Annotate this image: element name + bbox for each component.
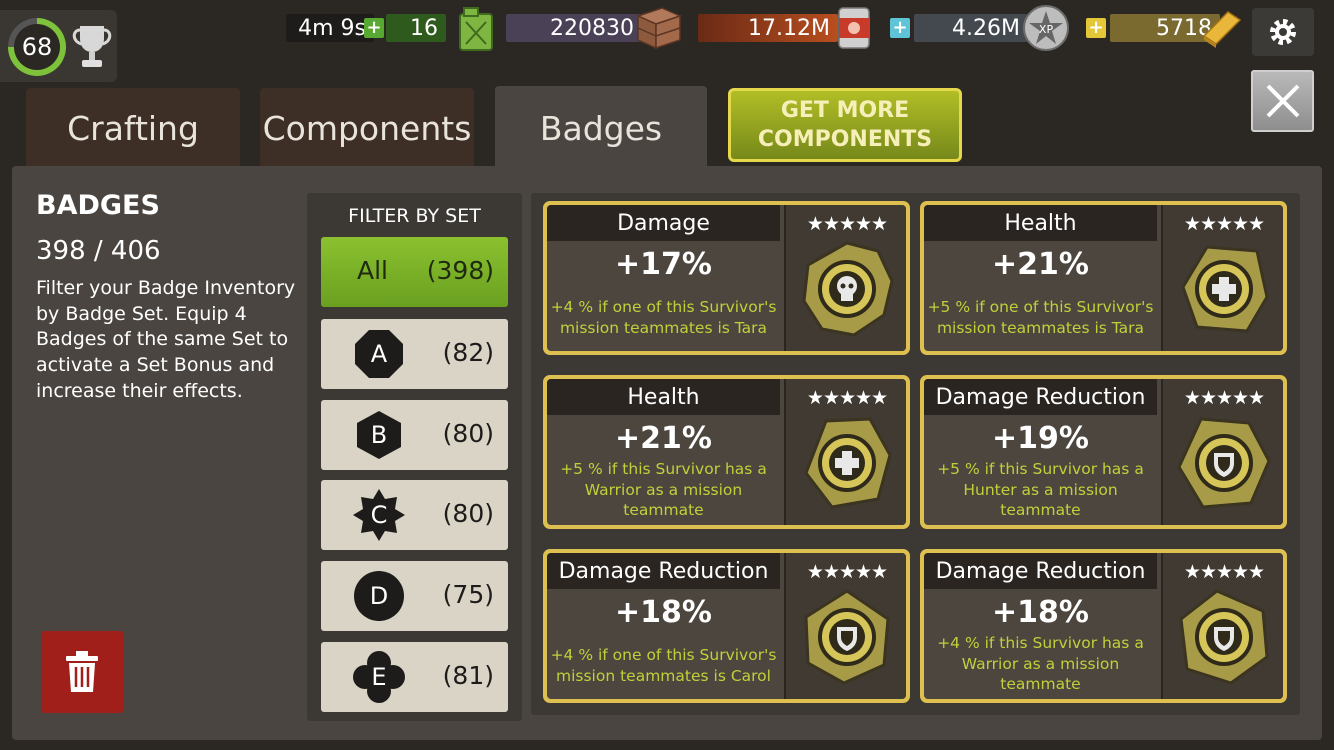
filter-set-e-count: (81) xyxy=(442,661,494,690)
badge-stat: Damage xyxy=(547,205,780,241)
badge-stat: Damage Reduction xyxy=(924,553,1157,589)
gold-bar-icon xyxy=(1202,11,1242,48)
filter-set-c[interactable]: C (80) xyxy=(321,480,508,550)
player-level-panel[interactable]: 68 xyxy=(0,10,117,82)
trash-icon xyxy=(66,651,98,692)
badge-value: +18% xyxy=(992,595,1089,630)
supply-crate-icon xyxy=(635,7,683,50)
badge-card[interactable]: Damage +17% +4 % if one of this Survivor… xyxy=(543,201,910,355)
close-icon xyxy=(1266,84,1299,118)
badge-stat: Damage Reduction xyxy=(547,553,780,589)
add-fuel-button[interactable]: + xyxy=(364,18,384,38)
filter-set-a[interactable]: A (82) xyxy=(321,319,508,389)
badges-description: Filter your Badge Inventory by Badge Set… xyxy=(36,277,296,402)
shield-badge-icon xyxy=(1177,417,1271,509)
svg-text:XP: XP xyxy=(1039,23,1054,36)
filter-set-e-label: E xyxy=(371,663,387,691)
tab-badges[interactable]: Badges xyxy=(495,86,707,170)
filter-set-b[interactable]: B (80) xyxy=(321,400,508,470)
badge-bonus: +4 % if one of this Survivor's mission t… xyxy=(550,298,777,337)
badges-count: 398 / 406 xyxy=(36,236,161,266)
timer-text: 4m 9s xyxy=(286,14,374,42)
get-more-line1: GET MORE xyxy=(780,98,910,123)
badge-card[interactable]: Damage Reduction +18% +4 % if this Survi… xyxy=(920,549,1287,703)
level-progress-ring: 68 xyxy=(8,18,66,76)
filter-title: FILTER BY SET xyxy=(348,205,481,227)
cross-badge-icon xyxy=(804,417,892,509)
filter-set-c-label: C xyxy=(370,501,388,529)
xp-badge-icon: XP xyxy=(1023,5,1069,51)
get-more-components-button[interactable]: GET MORE COMPONENTS xyxy=(728,88,962,162)
badge-card[interactable]: Damage Reduction +19% +5 % if this Survi… xyxy=(920,375,1287,529)
badge-card[interactable]: Health +21% +5 % if this Survivor has a … xyxy=(543,375,910,529)
badges-title: BADGES xyxy=(36,190,160,221)
settings-button[interactable] xyxy=(1252,8,1314,56)
gear-icon xyxy=(1270,19,1296,45)
add-xp-button[interactable]: + xyxy=(890,18,910,38)
trophy-icon xyxy=(72,26,112,67)
badge-stat: Damage Reduction xyxy=(924,379,1157,415)
filter-set-d-count: (75) xyxy=(442,580,494,609)
badge-stars: ★★★★★ xyxy=(806,387,888,409)
filter-all-count: (398) xyxy=(426,256,494,285)
badge-value: +18% xyxy=(615,595,712,630)
delete-badges-button[interactable] xyxy=(41,631,123,713)
close-button[interactable] xyxy=(1251,70,1314,132)
tab-components[interactable]: Components xyxy=(260,88,474,168)
badge-stars: ★★★★★ xyxy=(1183,387,1265,409)
badge-value: +17% xyxy=(615,247,712,282)
badge-bonus: +5 % if this Survivor has a Hunter as a … xyxy=(937,460,1144,519)
filter-set-d-label: D xyxy=(369,582,389,610)
filter-set-b-label: B xyxy=(370,421,388,449)
badge-bonus: +4 % if one of this Survivor's mission t… xyxy=(550,646,777,685)
badge-bonus: +5 % if this Survivor has a Warrior as a… xyxy=(560,460,767,519)
cross-badge-icon xyxy=(1181,245,1269,333)
skull-badge-icon xyxy=(802,241,894,337)
fuel-count: 16 xyxy=(386,14,446,42)
filter-set-b-count: (80) xyxy=(442,419,494,448)
shield-badge-icon xyxy=(804,589,890,685)
badge-value: +21% xyxy=(992,247,1089,282)
badge-bonus: +4 % if this Survivor has a Warrior as a… xyxy=(937,634,1144,693)
shield-badge-icon xyxy=(1179,589,1269,685)
badge-stat: Health xyxy=(547,379,780,415)
get-more-line2: COMPONENTS xyxy=(757,127,933,152)
xp-count: 4.26M xyxy=(914,14,1028,42)
filter-all-label: All xyxy=(357,256,388,285)
badge-card[interactable]: Health +21% +5 % if one of this Survivor… xyxy=(920,201,1287,355)
filter-set-e[interactable]: E (81) xyxy=(321,642,508,712)
fuel-can-icon xyxy=(459,7,493,51)
badge-bonus: +5 % if one of this Survivor's mission t… xyxy=(927,298,1154,337)
food-count: 17.12M xyxy=(698,14,838,42)
badge-stars: ★★★★★ xyxy=(806,213,888,235)
tab-crafting[interactable]: Crafting xyxy=(26,88,240,168)
badge-stars: ★★★★★ xyxy=(1183,561,1265,583)
player-level: 68 xyxy=(14,24,60,70)
badge-stars: ★★★★★ xyxy=(1183,213,1265,235)
filter-all[interactable]: All (398) xyxy=(321,237,508,307)
add-gold-button[interactable]: + xyxy=(1086,18,1106,38)
filter-set-a-count: (82) xyxy=(442,338,494,367)
badge-value: +21% xyxy=(615,421,712,456)
badge-card[interactable]: Damage Reduction +18% +4 % if one of thi… xyxy=(543,549,910,703)
filter-set-c-count: (80) xyxy=(442,499,494,528)
filter-set-d[interactable]: D (75) xyxy=(321,561,508,631)
badge-stars: ★★★★★ xyxy=(806,561,888,583)
badge-stat: Health xyxy=(924,205,1157,241)
food-can-icon xyxy=(838,7,870,49)
filter-set-a-label: A xyxy=(370,340,388,368)
badge-value: +19% xyxy=(992,421,1089,456)
supplies-count: 220830 xyxy=(506,14,642,42)
